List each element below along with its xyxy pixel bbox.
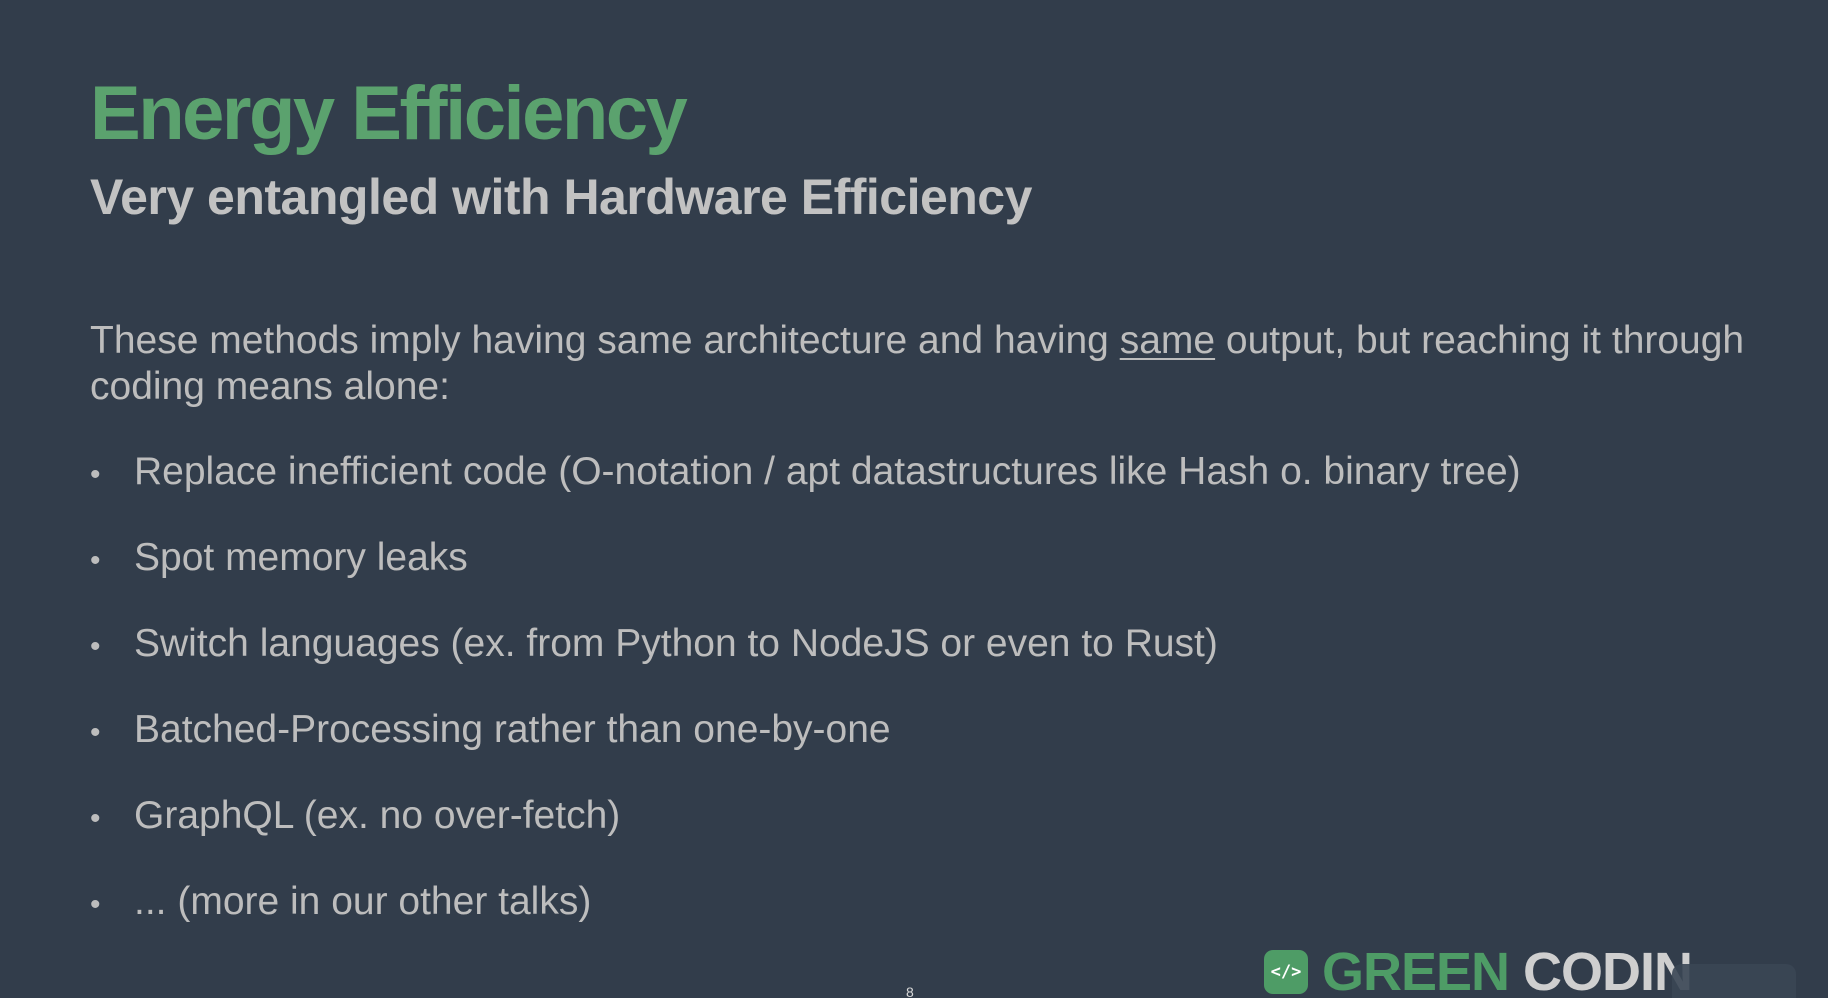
bullet-text: Batched-Processing rather than one-by-on…	[134, 708, 891, 751]
bullet-item: • Spot memory leaks	[90, 536, 1521, 622]
intro-paragraph: These methods imply having same architec…	[90, 318, 1790, 410]
bullet-text: Spot memory leaks	[134, 536, 468, 579]
bullet-list: • Replace inefficient code (O-notation /…	[90, 450, 1521, 966]
bullet-item: • GraphQL (ex. no over-fetch)	[90, 794, 1521, 880]
bullet-item: • Batched-Processing rather than one-by-…	[90, 708, 1521, 794]
logo-word-coding: CODIN	[1523, 942, 1693, 998]
bullet-text: Switch languages (ex. from Python to Nod…	[134, 622, 1218, 665]
code-brackets-icon: </>	[1264, 950, 1308, 994]
slide-title: Energy Efficiency	[90, 71, 688, 156]
intro-text-before: These methods imply having same architec…	[90, 319, 1120, 362]
slide-subtitle: Very entangled with Hardware Efficiency	[90, 169, 1032, 225]
page-number: 8	[906, 984, 914, 998]
bullet-dot: •	[90, 802, 101, 835]
bullet-dot: •	[90, 888, 101, 921]
bullet-dot: •	[90, 630, 101, 663]
bullet-item: • Switch languages (ex. from Python to N…	[90, 622, 1521, 708]
bullet-text: ... (more in our other talks)	[134, 880, 592, 923]
bullet-text: GraphQL (ex. no over-fetch)	[134, 794, 621, 837]
bullet-item: • Replace inefficient code (O-notation /…	[90, 450, 1521, 536]
bullet-dot: •	[90, 716, 101, 749]
video-overlay-tab	[1672, 964, 1796, 998]
intro-emphasis: same	[1119, 319, 1216, 362]
bullet-dot: •	[90, 544, 101, 577]
green-coding-logo: </> GREEN CODIN	[1264, 942, 1693, 998]
slide: Energy Efficiency Very entangled with Ha…	[0, 0, 1828, 998]
logo-word-green: GREEN	[1322, 942, 1510, 998]
bullet-text: Replace inefficient code (O-notation / a…	[134, 450, 1521, 493]
bullet-dot: •	[90, 458, 101, 491]
